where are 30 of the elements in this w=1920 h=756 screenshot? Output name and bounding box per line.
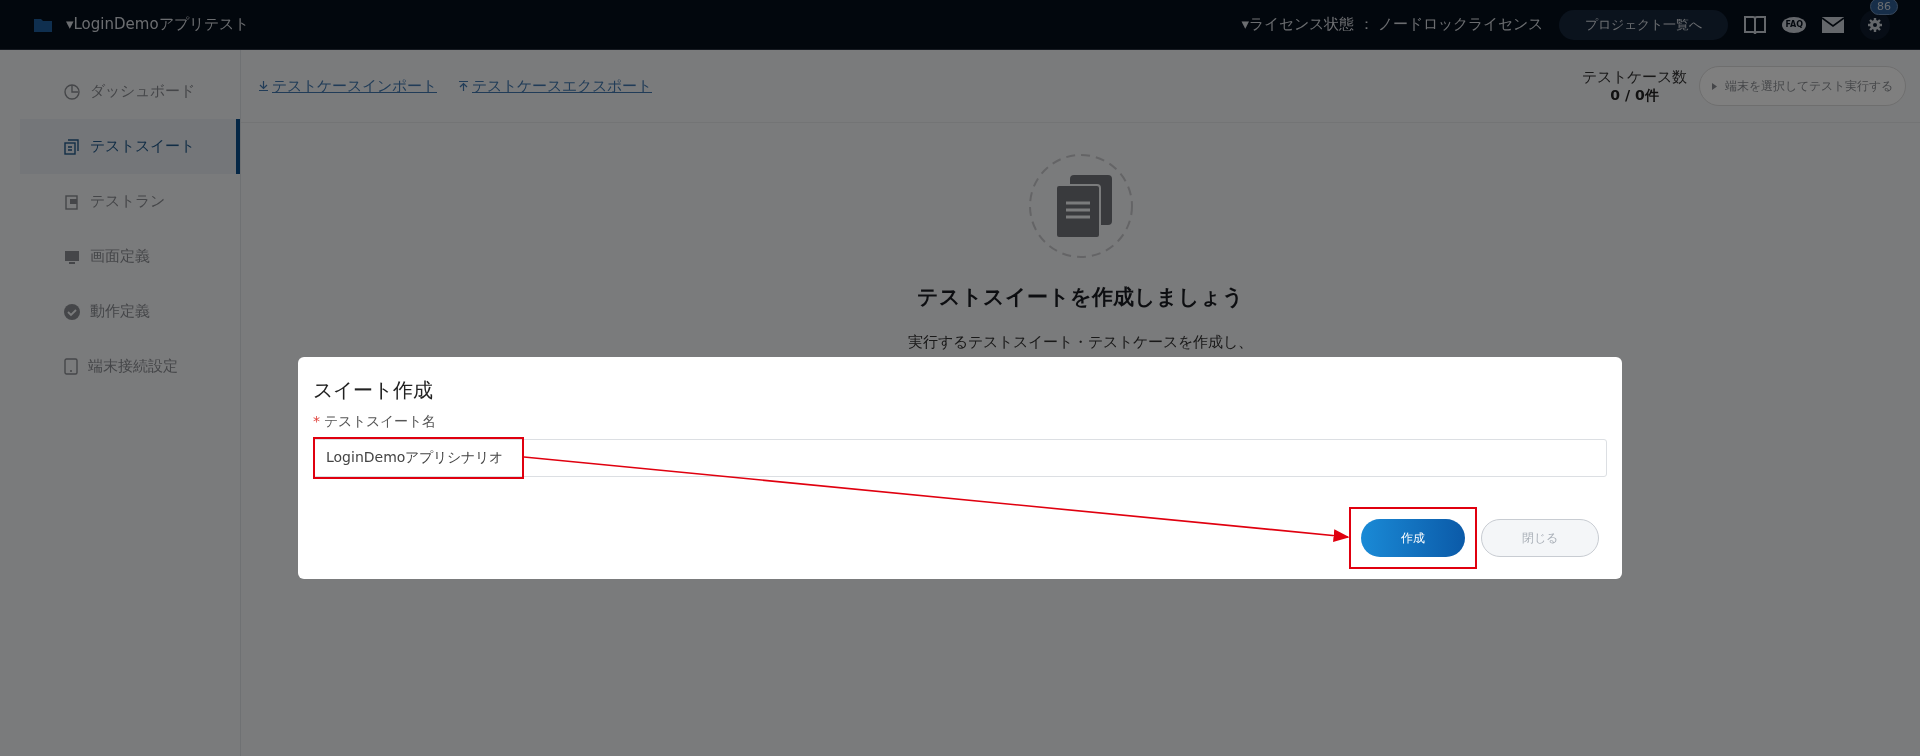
monitor-icon (64, 248, 80, 265)
toolbar-link[interactable]: テストケースエクスポート (459, 76, 652, 96)
check-circle-icon (64, 303, 80, 320)
license-status[interactable]: ▾ライセンス状態 ： ノードロックライセンス (1241, 15, 1544, 34)
folder-icon (34, 17, 52, 32)
phone-icon (64, 358, 78, 375)
faq-icon[interactable]: FAQ (1782, 16, 1806, 33)
dialog-title: スイート作成 (313, 377, 434, 404)
test-case-count: 0 / 0件 (1610, 86, 1659, 105)
book-icon[interactable] (1744, 14, 1767, 35)
suite-name-field[interactable]: LoginDemoアプリシナリオ (313, 439, 1607, 477)
project-title[interactable]: ▾LoginDemoアプリテスト (66, 15, 249, 34)
create-button[interactable]: 作成 (1361, 519, 1465, 557)
required-mark: * (313, 412, 320, 431)
download-icon (259, 81, 268, 91)
notification-badge: 86 (1870, 0, 1898, 15)
field-label: テストスイート名 (324, 412, 436, 431)
documents-icon (1027, 153, 1134, 259)
test-case-count-label: テストケース数 (1582, 67, 1687, 87)
sidebar-item[interactable]: テストスイート (20, 119, 240, 174)
close-button[interactable]: 閉じる (1481, 519, 1599, 557)
clock-icon (64, 83, 80, 100)
toolbar-link[interactable]: テストケースインポート (259, 76, 437, 96)
empty-state-description: 実行するテストスイート・テストケースを作成し、 (908, 333, 1253, 352)
mail-icon[interactable] (1822, 16, 1844, 33)
play-icon (1712, 82, 1717, 90)
documents-icon (64, 138, 80, 155)
upload-icon (459, 81, 468, 91)
empty-state-title: テストスイートを作成しましょう (917, 284, 1244, 311)
clipboard-icon (64, 193, 80, 210)
